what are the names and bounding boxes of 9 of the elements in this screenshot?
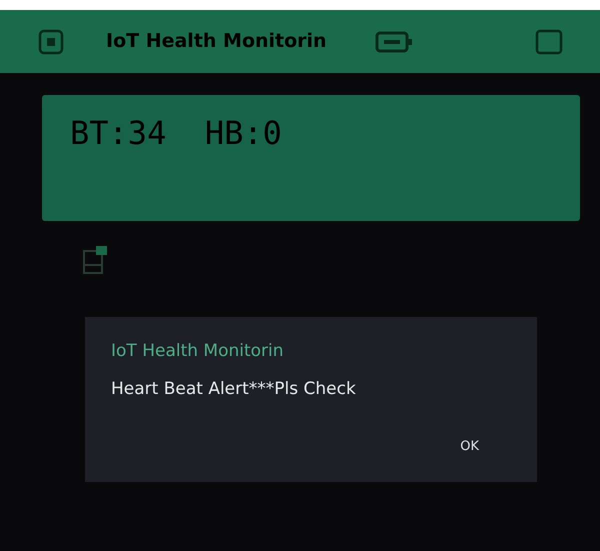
dialog-message: Heart Beat Alert***Pls Check	[111, 378, 357, 400]
square-icon[interactable]	[534, 28, 564, 54]
device-icon[interactable]	[36, 28, 66, 54]
dialog-title: IoT Health Monitorin	[111, 340, 285, 363]
lcd-text: BT:34 HB:0	[70, 113, 283, 153]
ok-button[interactable]: OK	[450, 432, 489, 460]
clipboard-icon[interactable]	[80, 243, 110, 277]
app-title: IoT Health Monitorin	[106, 29, 327, 54]
battery-icon[interactable]	[374, 30, 413, 54]
